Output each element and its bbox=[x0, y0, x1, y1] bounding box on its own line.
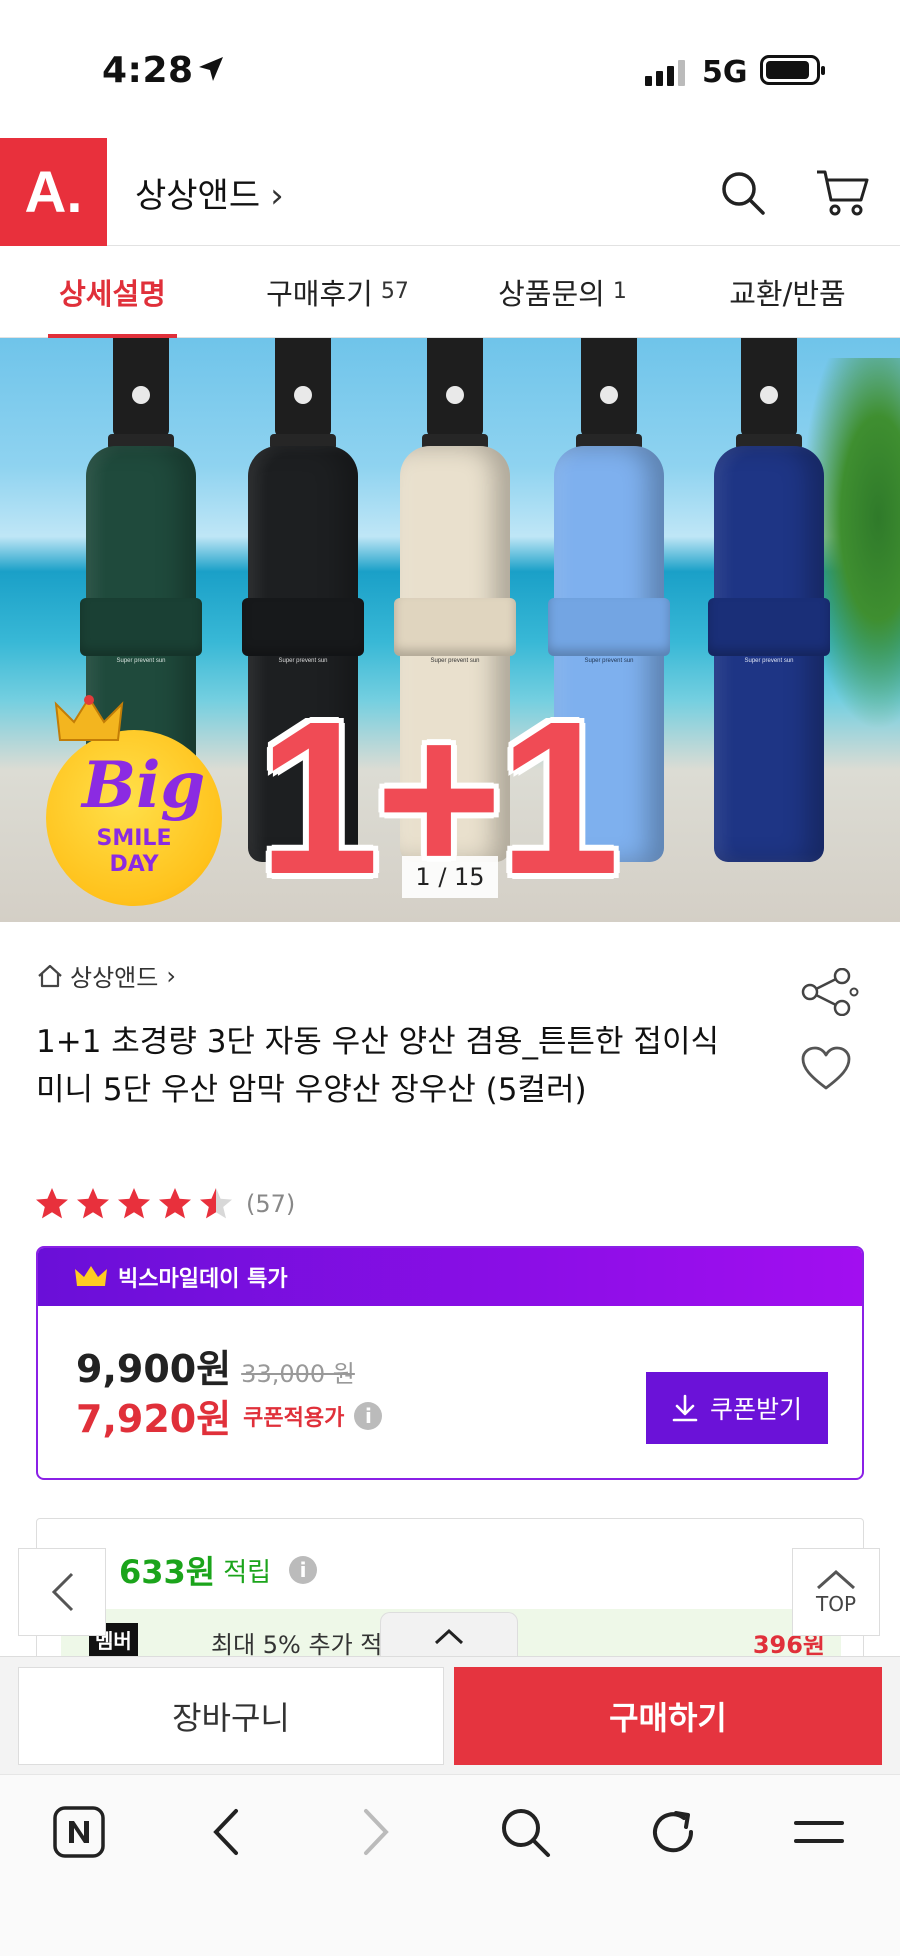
tab-label: 상세설명 bbox=[59, 276, 166, 311]
menu-icon[interactable] bbox=[792, 1805, 846, 1859]
home-icon bbox=[38, 964, 62, 987]
shop-name: 상상앤드 bbox=[135, 176, 261, 216]
product-image-carousel[interactable]: UVSuper prevent sun UVSuper prevent sun … bbox=[0, 338, 900, 922]
breadcrumb[interactable]: 상상앤드 › bbox=[36, 958, 176, 993]
sale-price: 9,900원 bbox=[76, 1347, 232, 1391]
sale-price-row: 9,900원 33,000 원 bbox=[76, 1338, 355, 1393]
share-icon[interactable] bbox=[800, 968, 860, 1016]
drawer-handle[interactable] bbox=[380, 1612, 518, 1660]
deal-header: 빅스마일데이 특가 bbox=[38, 1248, 862, 1306]
product-tabs: 상세설명 구매후기 57 상품문의 1 교환/반품 bbox=[0, 246, 900, 338]
battery-icon bbox=[760, 55, 825, 85]
cart-icon[interactable] bbox=[815, 168, 871, 218]
shop-name-link[interactable]: 상상앤드 › bbox=[135, 168, 284, 217]
search-icon[interactable] bbox=[718, 168, 768, 218]
brand-logo[interactable]: A. bbox=[0, 138, 107, 246]
buy-now-button[interactable]: 구매하기 bbox=[454, 1667, 882, 1765]
tab-count: 1 bbox=[612, 279, 627, 304]
rating-count: (57) bbox=[246, 1190, 296, 1218]
tab-label: 상품문의 bbox=[498, 276, 605, 311]
coupon-price-label: 쿠폰적용가 bbox=[243, 1405, 345, 1431]
location-arrow-icon bbox=[199, 57, 223, 81]
scroll-top-button[interactable]: TOP bbox=[792, 1548, 880, 1636]
original-price: 33,000 원 bbox=[241, 1360, 355, 1388]
download-coupon-button[interactable]: 쿠폰받기 bbox=[646, 1372, 828, 1444]
top-label: TOP bbox=[815, 1592, 857, 1616]
back-icon[interactable] bbox=[208, 1805, 244, 1859]
rating-stars bbox=[36, 1188, 232, 1219]
heart-icon[interactable] bbox=[800, 1046, 852, 1092]
member-bonus-text: 최대 5% 추가 적 bbox=[211, 1631, 383, 1659]
badge-day: DAY bbox=[109, 852, 159, 877]
breadcrumb-shop: 상상앤드 bbox=[70, 964, 159, 992]
tab-label: 구매후기 bbox=[266, 276, 373, 311]
chevron-up-icon bbox=[434, 1628, 464, 1644]
search-icon[interactable] bbox=[498, 1805, 552, 1859]
crown-icon bbox=[75, 1266, 107, 1286]
tab-details[interactable]: 상세설명 bbox=[0, 246, 225, 338]
tab-exchange-return[interactable]: 교환/반품 bbox=[675, 246, 900, 337]
deal-title: 빅스마일데이 특가 bbox=[118, 1267, 288, 1292]
info-icon[interactable]: i bbox=[354, 1401, 383, 1430]
download-icon bbox=[672, 1394, 698, 1422]
product-rating[interactable]: (57) bbox=[34, 1186, 295, 1222]
network-type: 5G bbox=[702, 55, 748, 90]
tab-count: 57 bbox=[380, 279, 409, 304]
tab-label: 교환/반품 bbox=[729, 276, 846, 311]
coupon-price: 7,920원 bbox=[76, 1397, 232, 1441]
purchase-action-bar: 장바구니 구매하기 bbox=[0, 1656, 900, 1774]
tab-reviews[interactable]: 구매후기 57 bbox=[225, 246, 450, 337]
chevron-right-icon: › bbox=[166, 961, 176, 990]
product-title: 1+1 초경량 3단 자동 우산 양산 겸용_튼튼한 접이식 미니 5단 우산 … bbox=[36, 1024, 719, 1108]
back-float-button[interactable] bbox=[18, 1548, 106, 1636]
app-header: A. 상상앤드 › bbox=[0, 138, 900, 246]
browser-toolbar bbox=[0, 1774, 900, 1956]
chevron-up-icon bbox=[817, 1569, 855, 1590]
points-label: 적립 bbox=[223, 1557, 272, 1588]
add-to-cart-button[interactable]: 장바구니 bbox=[18, 1667, 444, 1765]
coupon-price-row: 7,920원 쿠폰적용가 i bbox=[76, 1388, 383, 1443]
crown-icon bbox=[54, 695, 124, 741]
badge-smile: SMILE bbox=[96, 826, 172, 851]
carousel-pager: 1 / 15 bbox=[402, 856, 498, 898]
chevron-right-icon: › bbox=[270, 176, 284, 216]
chevron-left-icon bbox=[51, 1572, 74, 1612]
tab-questions[interactable]: 상품문의 1 bbox=[450, 246, 675, 337]
coupon-button-label: 쿠폰받기 bbox=[709, 1395, 802, 1424]
info-icon[interactable]: i bbox=[289, 1556, 318, 1584]
refresh-icon[interactable] bbox=[646, 1805, 700, 1859]
points-amount: 633원 bbox=[119, 1553, 216, 1591]
signal-icon bbox=[645, 60, 685, 86]
forward-icon[interactable] bbox=[358, 1805, 394, 1859]
status-bar: 4:28 5G bbox=[0, 0, 900, 138]
points-row: 633원 적립 i bbox=[119, 1547, 318, 1593]
badge-big: Big bbox=[82, 748, 206, 823]
status-time: 4:28 bbox=[102, 50, 194, 91]
special-price-box: 빅스마일데이 특가 9,900원 33,000 원 7,920원 쿠폰적용가 i… bbox=[36, 1246, 864, 1480]
big-smile-day-badge: Big SMILE DAY bbox=[46, 695, 222, 906]
naver-icon[interactable] bbox=[52, 1805, 106, 1859]
